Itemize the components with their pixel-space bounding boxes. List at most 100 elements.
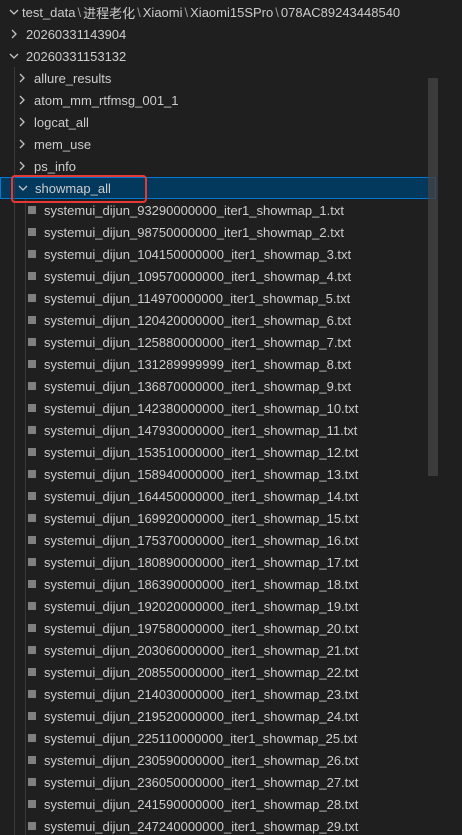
file-label: systemui_dijun_147930000000_iter1_showma… — [44, 422, 358, 438]
text-file-icon — [24, 815, 40, 835]
chevron-right-icon[interactable] — [14, 67, 30, 89]
file-label: systemui_dijun_120420000000_iter1_showma… — [44, 312, 352, 328]
text-file-icon — [24, 507, 40, 529]
file-label: systemui_dijun_241590000000_iter1_showma… — [44, 796, 359, 812]
indent-guide — [25, 199, 26, 835]
file-row[interactable]: systemui_dijun_203060000000_iter1_showma… — [0, 639, 436, 661]
chevron-right-icon[interactable] — [14, 155, 30, 177]
file-row[interactable]: systemui_dijun_147930000000_iter1_showma… — [0, 419, 436, 441]
folder-row-showmap-all[interactable]: showmap_all — [0, 177, 436, 199]
text-file-icon — [24, 397, 40, 419]
file-row[interactable]: systemui_dijun_109570000000_iter1_showma… — [0, 265, 436, 287]
file-label: systemui_dijun_142380000000_iter1_showma… — [44, 400, 359, 416]
folder-row-ps-info[interactable]: ps_info — [0, 155, 436, 177]
text-file-icon — [24, 287, 40, 309]
text-file-icon — [24, 595, 40, 617]
file-row[interactable]: systemui_dijun_125880000000_iter1_showma… — [0, 331, 436, 353]
file-row[interactable]: systemui_dijun_214030000000_iter1_showma… — [0, 683, 436, 705]
file-row[interactable]: systemui_dijun_208550000000_iter1_showma… — [0, 661, 436, 683]
file-explorer: test_data \ 进程老化 \ Xiaomi \ Xiaomi15SPro… — [0, 0, 462, 835]
text-file-icon — [24, 353, 40, 375]
chevron-right-icon[interactable] — [14, 133, 30, 155]
breadcrumb-segment[interactable]: 进程老化 — [83, 3, 135, 22]
text-file-icon — [24, 199, 40, 221]
text-file-icon — [24, 441, 40, 463]
file-row[interactable]: systemui_dijun_169920000000_iter1_showma… — [0, 507, 436, 529]
file-row[interactable]: systemui_dijun_93290000000_iter1_showmap… — [0, 199, 436, 221]
file-row[interactable]: systemui_dijun_219520000000_iter1_showma… — [0, 705, 436, 727]
text-file-icon — [24, 243, 40, 265]
file-row[interactable]: systemui_dijun_197580000000_iter1_showma… — [0, 617, 436, 639]
file-row[interactable]: systemui_dijun_225110000000_iter1_showma… — [0, 727, 436, 749]
file-row[interactable]: systemui_dijun_230590000000_iter1_showma… — [0, 749, 436, 771]
folder-label: atom_mm_rtfmsg_001_1 — [34, 92, 179, 108]
file-label: systemui_dijun_192020000000_iter1_showma… — [44, 598, 359, 614]
file-label: systemui_dijun_114970000000_iter1_showma… — [44, 290, 351, 306]
file-row[interactable]: systemui_dijun_114970000000_iter1_showma… — [0, 287, 436, 309]
folder-label: 20260331143904 — [26, 26, 127, 42]
file-label: systemui_dijun_247240000000_iter1_showma… — [44, 818, 359, 834]
folder-label: 20260331153132 — [26, 48, 127, 64]
file-row[interactable]: systemui_dijun_136870000000_iter1_showma… — [0, 375, 436, 397]
chevron-down-icon[interactable] — [6, 5, 22, 20]
text-file-icon — [24, 485, 40, 507]
breadcrumb-segment[interactable]: test_data — [22, 5, 76, 20]
breadcrumb-segment[interactable]: Xiaomi — [143, 5, 183, 20]
file-row[interactable]: systemui_dijun_120420000000_iter1_showma… — [0, 309, 436, 331]
text-file-icon — [24, 661, 40, 683]
text-file-icon — [24, 727, 40, 749]
file-label: systemui_dijun_158940000000_iter1_showma… — [44, 466, 359, 482]
file-label: systemui_dijun_153510000000_iter1_showma… — [44, 444, 359, 460]
chevron-down-icon[interactable] — [6, 45, 22, 67]
text-file-icon — [24, 617, 40, 639]
breadcrumb-segment[interactable]: Xiaomi15SPro — [190, 5, 273, 20]
file-row[interactable]: systemui_dijun_180890000000_iter1_showma… — [0, 551, 436, 573]
indent-guide — [14, 67, 15, 835]
file-label: systemui_dijun_93290000000_iter1_showmap… — [44, 202, 344, 218]
file-row[interactable]: systemui_dijun_175370000000_iter1_showma… — [0, 529, 436, 551]
vertical-scrollbar[interactable] — [428, 78, 438, 476]
chevron-right-icon[interactable] — [14, 89, 30, 111]
folder-row-atom-mm-rtfmsg-001-1[interactable]: atom_mm_rtfmsg_001_1 — [0, 89, 436, 111]
file-row[interactable]: systemui_dijun_98750000000_iter1_showmap… — [0, 221, 436, 243]
file-row[interactable]: systemui_dijun_186390000000_iter1_showma… — [0, 573, 436, 595]
breadcrumb-separator: \ — [137, 4, 141, 20]
file-row[interactable]: systemui_dijun_142380000000_iter1_showma… — [0, 397, 436, 419]
folder-row-mem-use[interactable]: mem_use — [0, 133, 436, 155]
chevron-right-icon[interactable] — [14, 111, 30, 133]
folder-row-20260331153132[interactable]: 20260331153132 — [0, 45, 436, 67]
text-file-icon — [24, 419, 40, 441]
breadcrumb-separator: \ — [77, 4, 82, 20]
breadcrumb-segment[interactable]: 078AC89243448540 — [281, 5, 400, 20]
chevron-down-icon[interactable] — [15, 178, 31, 198]
file-label: systemui_dijun_186390000000_iter1_showma… — [44, 576, 359, 592]
folder-label: logcat_all — [34, 114, 89, 130]
text-file-icon — [24, 463, 40, 485]
file-row[interactable]: systemui_dijun_192020000000_iter1_showma… — [0, 595, 436, 617]
file-label: systemui_dijun_131289999999_iter1_showma… — [44, 356, 352, 372]
folder-row-logcat-all[interactable]: logcat_all — [0, 111, 436, 133]
text-file-icon — [24, 529, 40, 551]
text-file-icon — [24, 221, 40, 243]
folder-row-20260331143904[interactable]: 20260331143904 — [0, 23, 436, 45]
file-label: systemui_dijun_236050000000_iter1_showma… — [44, 774, 359, 790]
text-file-icon — [24, 375, 40, 397]
folder-row-allure-results[interactable]: allure_results — [0, 67, 436, 89]
text-file-icon — [24, 309, 40, 331]
file-label: systemui_dijun_109570000000_iter1_showma… — [44, 268, 352, 284]
file-row[interactable]: systemui_dijun_153510000000_iter1_showma… — [0, 441, 436, 463]
file-row[interactable]: systemui_dijun_236050000000_iter1_showma… — [0, 771, 436, 793]
text-file-icon — [24, 749, 40, 771]
file-row[interactable]: systemui_dijun_241590000000_iter1_showma… — [0, 793, 436, 815]
file-label: systemui_dijun_203060000000_iter1_showma… — [44, 642, 359, 658]
file-row[interactable]: systemui_dijun_247240000000_iter1_showma… — [0, 815, 436, 835]
file-row[interactable]: systemui_dijun_158940000000_iter1_showma… — [0, 463, 436, 485]
file-row[interactable]: systemui_dijun_164450000000_iter1_showma… — [0, 485, 436, 507]
file-label: systemui_dijun_104150000000_iter1_showma… — [44, 246, 352, 262]
file-row[interactable]: systemui_dijun_104150000000_iter1_showma… — [0, 243, 436, 265]
chevron-right-icon[interactable] — [6, 23, 22, 45]
text-file-icon — [24, 573, 40, 595]
text-file-icon — [24, 793, 40, 815]
file-row[interactable]: systemui_dijun_131289999999_iter1_showma… — [0, 353, 436, 375]
file-label: systemui_dijun_180890000000_iter1_showma… — [44, 554, 359, 570]
